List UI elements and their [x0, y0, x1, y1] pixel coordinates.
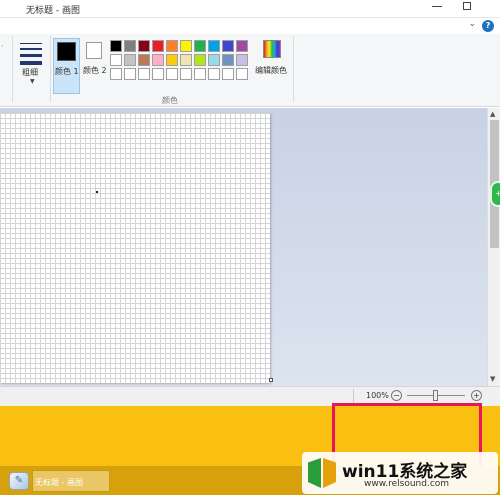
color1-button[interactable]: 颜色 1: [53, 38, 80, 94]
palette-swatch[interactable]: [222, 40, 234, 52]
title-bar: 无标题 - 画图: [0, 0, 500, 18]
palette-swatch[interactable]: [152, 68, 164, 80]
logo-pane: [323, 458, 336, 488]
palette-swatch[interactable]: [236, 54, 248, 66]
palette-swatch[interactable]: [166, 68, 178, 80]
palette-swatch[interactable]: [194, 68, 206, 80]
palette-swatch[interactable]: [124, 54, 136, 66]
site-watermark: win11系统之家 www.relsound.com: [302, 452, 498, 494]
floating-widget-icon[interactable]: +: [490, 181, 500, 207]
zoom-slider-thumb[interactable]: [433, 390, 438, 401]
palette-swatch[interactable]: [166, 54, 178, 66]
paint-app-icon[interactable]: ✎: [9, 472, 29, 490]
palette-swatch[interactable]: [180, 54, 192, 66]
palette-swatch[interactable]: [124, 68, 136, 80]
canvas-workspace: [0, 108, 487, 386]
palette-swatch[interactable]: [152, 40, 164, 52]
palette-swatch[interactable]: [138, 68, 150, 80]
ribbon-divider: [50, 36, 51, 102]
taskbar-item-paint[interactable]: 无标题 - 画图: [32, 470, 110, 492]
restore-button[interactable]: [463, 2, 471, 10]
dropdown-arrow-icon[interactable]: ▼: [30, 78, 35, 85]
color1-label: 颜色 1: [55, 67, 79, 76]
scroll-down-icon[interactable]: ▼: [490, 375, 495, 383]
ribbon-tab-row: ⌄ ?: [0, 18, 500, 34]
minimize-button[interactable]: [432, 6, 442, 7]
palette-swatch[interactable]: [194, 40, 206, 52]
palette-swatch[interactable]: [110, 68, 122, 80]
palette-swatch[interactable]: [208, 40, 220, 52]
logo-pane: [308, 458, 321, 488]
palette-swatch[interactable]: [110, 40, 122, 52]
zoom-in-button[interactable]: +: [471, 390, 482, 401]
palette-swatch[interactable]: [124, 40, 136, 52]
zoom-out-button[interactable]: −: [391, 390, 402, 401]
ribbon-divider: [12, 36, 13, 102]
canvas-resize-handle[interactable]: [269, 378, 273, 382]
palette-swatch[interactable]: [222, 68, 234, 80]
ribbon-divider: [293, 36, 294, 102]
color-group-label: 颜色: [162, 96, 178, 105]
edit-colors-button[interactable]: 编辑颜色: [255, 38, 291, 94]
scroll-up-icon[interactable]: ▲: [490, 110, 495, 118]
color2-button[interactable]: 颜色 2: [82, 38, 108, 94]
palette-swatch[interactable]: [194, 54, 206, 66]
ribbon: · 粗细 ▼ 颜色 1 颜色 2 编辑颜色 颜色: [0, 34, 500, 107]
window-title: 无标题 - 画图: [26, 6, 80, 16]
size-label: 粗细: [22, 68, 38, 77]
size-line-icon: [20, 61, 42, 65]
palette-swatch[interactable]: [208, 54, 220, 66]
windows-logo-icon: [308, 458, 338, 488]
color1-swatch: [57, 42, 76, 61]
help-icon[interactable]: ?: [482, 20, 494, 32]
vertical-scrollbar[interactable]: ▲ ▼: [487, 108, 500, 386]
tool-group-edge: ·: [1, 42, 4, 51]
palette-swatch[interactable]: [236, 68, 248, 80]
painted-pixel: [96, 191, 98, 193]
palette-swatch[interactable]: [152, 54, 164, 66]
rainbow-icon: [263, 40, 281, 58]
watermark-url: www.relsound.com: [364, 479, 450, 489]
color2-label: 颜色 2: [83, 66, 107, 75]
palette-swatch[interactable]: [110, 54, 122, 66]
size-line-icon: [20, 48, 42, 50]
palette-swatch[interactable]: [180, 40, 192, 52]
palette-swatch[interactable]: [236, 40, 248, 52]
color2-swatch: [86, 42, 102, 59]
palette-swatch[interactable]: [138, 40, 150, 52]
chevron-down-icon[interactable]: ⌄: [468, 19, 476, 29]
palette-swatch[interactable]: [166, 40, 178, 52]
edit-colors-label: 编辑颜色: [255, 66, 287, 75]
palette-swatch[interactable]: [138, 54, 150, 66]
zoom-level: 100%: [366, 391, 389, 400]
palette-swatch[interactable]: [222, 54, 234, 66]
palette-swatch[interactable]: [180, 68, 192, 80]
palette-swatch[interactable]: [208, 68, 220, 80]
taskbar-item-label: 无标题 - 画图: [35, 478, 83, 487]
size-line-icon: [20, 54, 42, 57]
size-line-icon: [20, 43, 42, 44]
status-divider: [353, 389, 354, 404]
drawing-canvas[interactable]: [0, 113, 270, 383]
